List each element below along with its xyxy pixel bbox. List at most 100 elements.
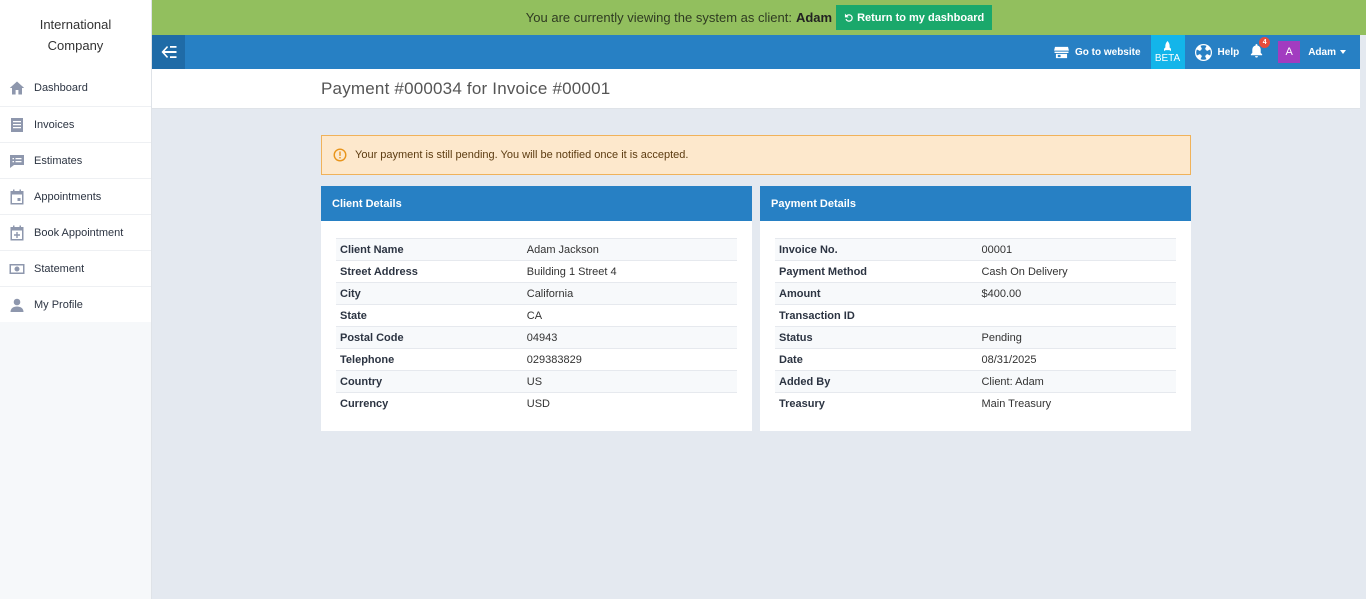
table-row: Street Address Building 1 Street 4 [336, 260, 737, 283]
company-name: International Company [39, 17, 112, 53]
top-navbar-right: Go to website BETA Help 4 A Adam [1054, 35, 1360, 69]
row-value: Main Treasury [981, 397, 1052, 410]
brand[interactable]: International Company [0, 0, 151, 70]
table-row: Country US [336, 370, 737, 393]
calendar-icon [0, 189, 34, 205]
top-navbar: Go to website BETA Help 4 A Adam [152, 35, 1360, 69]
table-row: Status Pending [775, 326, 1176, 349]
notification-count-badge: 4 [1259, 37, 1271, 48]
impersonated-client: Adam [795, 10, 833, 25]
arrow-left-bars-icon [161, 46, 176, 58]
help-link[interactable]: Help [1194, 43, 1240, 61]
row-label: Telephone [340, 353, 395, 366]
row-value: 029383829 [526, 353, 582, 366]
sidebar-item-appointments[interactable]: Appointments [0, 178, 151, 214]
table-row: Currency USD [336, 392, 737, 415]
row-label: Treasury [779, 397, 825, 410]
sidebar-item-label: Appointments [34, 190, 102, 203]
go-to-website-label: Go to website [1074, 46, 1141, 58]
row-label: Amount [779, 287, 821, 300]
row-value: USD [526, 397, 550, 410]
row-label: Country [340, 375, 383, 388]
page-title: Payment #000034 for Invoice #00001 [321, 79, 611, 98]
sidebar-item-label: My Profile [34, 298, 83, 311]
row-label: Street Address [340, 265, 418, 278]
table-row: Transaction ID [775, 304, 1176, 327]
row-label: Transaction ID [779, 309, 855, 322]
lifebuoy-icon [1194, 43, 1212, 61]
user-icon [0, 297, 34, 313]
client-details-panel: Client Details Client Name Adam Jackson S… [321, 186, 752, 431]
sidebar-item-statement[interactable]: Statement [0, 250, 151, 286]
home-icon [0, 80, 34, 96]
row-label: Postal Code [340, 331, 404, 344]
row-label: Client Name [340, 243, 404, 256]
table-row: Invoice No. 00001 [775, 238, 1176, 261]
sidebar-item-label: Invoices [34, 118, 75, 131]
row-value: Adam Jackson [526, 243, 599, 256]
notifications-button[interactable]: 4 [1249, 37, 1271, 61]
row-value: Cash On Delivery [981, 265, 1068, 278]
user-name: Adam [1308, 46, 1336, 58]
row-value [977, 305, 1176, 327]
row-value: Pending [981, 331, 1022, 344]
return-to-dashboard-button[interactable]: Return to my dashboard [836, 5, 993, 30]
beta-label: BETA [1154, 52, 1181, 64]
row-value: Building 1 Street 4 [526, 265, 617, 278]
payment-details-table: Invoice No. 00001 Payment Method Cash On D… [775, 238, 1176, 415]
go-to-website-link[interactable]: Go to website [1054, 46, 1141, 59]
return-button-label: Return to my dashboard [857, 11, 985, 24]
table-row: Date 08/31/2025 [775, 348, 1176, 371]
row-label: Status [779, 331, 813, 344]
row-label: Date [779, 353, 803, 366]
row-label: City [340, 287, 361, 300]
table-row: Payment Method Cash On Delivery [775, 260, 1176, 283]
row-value: 00001 [981, 243, 1013, 256]
sidebar-nav: Dashboard Invoices Estimates Appointment… [0, 70, 151, 322]
client-details-title: Client Details [321, 186, 752, 221]
row-label: State [340, 309, 367, 322]
sidebar-item-dashboard[interactable]: Dashboard [0, 70, 151, 106]
table-row: Telephone 029383829 [336, 348, 737, 371]
undo-icon [845, 13, 853, 22]
impersonation-text: You are currently viewing the system as … [525, 10, 792, 25]
table-row: State CA [336, 304, 737, 327]
sidebar-item-estimates[interactable]: Estimates [0, 142, 151, 178]
row-label: Added By [779, 375, 831, 388]
user-menu[interactable]: Adam [1308, 47, 1346, 58]
sidebar-item-label: Statement [34, 262, 85, 275]
table-row: Treasury Main Treasury [775, 392, 1176, 415]
impersonation-bar: You are currently viewing the system as … [152, 0, 1366, 35]
sidebar-item-my-profile[interactable]: My Profile [0, 286, 151, 322]
table-row: Postal Code 04943 [336, 326, 737, 349]
sidebar-item-book-appointment[interactable]: Book Appointment [0, 214, 151, 250]
table-row: Amount $400.00 [775, 282, 1176, 305]
row-value: CA [526, 309, 543, 322]
sidebar-item-invoices[interactable]: Invoices [0, 106, 151, 142]
estimate-icon [0, 153, 34, 169]
avatar[interactable]: A [1278, 41, 1301, 63]
row-value: California [526, 287, 574, 300]
client-details-table: Client Name Adam Jackson Street Address Bu… [336, 238, 737, 415]
beta-button[interactable]: BETA [1150, 35, 1185, 69]
sidebar: International Company Dashboard Invoices… [0, 0, 152, 599]
invoice-icon [0, 117, 34, 133]
alert-text: Your payment is still pending. You will … [355, 149, 689, 161]
calendar-plus-icon [0, 225, 34, 241]
store-icon [1054, 46, 1069, 58]
table-row: City California [336, 282, 737, 305]
row-label: Payment Method [779, 265, 868, 278]
collapse-sidebar-button[interactable] [152, 35, 185, 69]
caret-down-icon [1340, 50, 1346, 54]
sidebar-item-label: Estimates [34, 154, 83, 167]
row-label: Invoice No. [779, 243, 838, 256]
row-value: US [526, 375, 543, 388]
sidebar-item-label: Book Appointment [34, 226, 124, 239]
sidebar-item-label: Dashboard [34, 82, 88, 94]
help-label: Help [1217, 46, 1240, 58]
payment-details-panel: Payment Details Invoice No. 00001 Payment… [760, 186, 1191, 431]
pending-alert: Your payment is still pending. You will … [321, 135, 1191, 175]
money-icon [0, 261, 34, 277]
row-value: 08/31/2025 [981, 353, 1037, 366]
row-label: Currency [340, 397, 389, 410]
